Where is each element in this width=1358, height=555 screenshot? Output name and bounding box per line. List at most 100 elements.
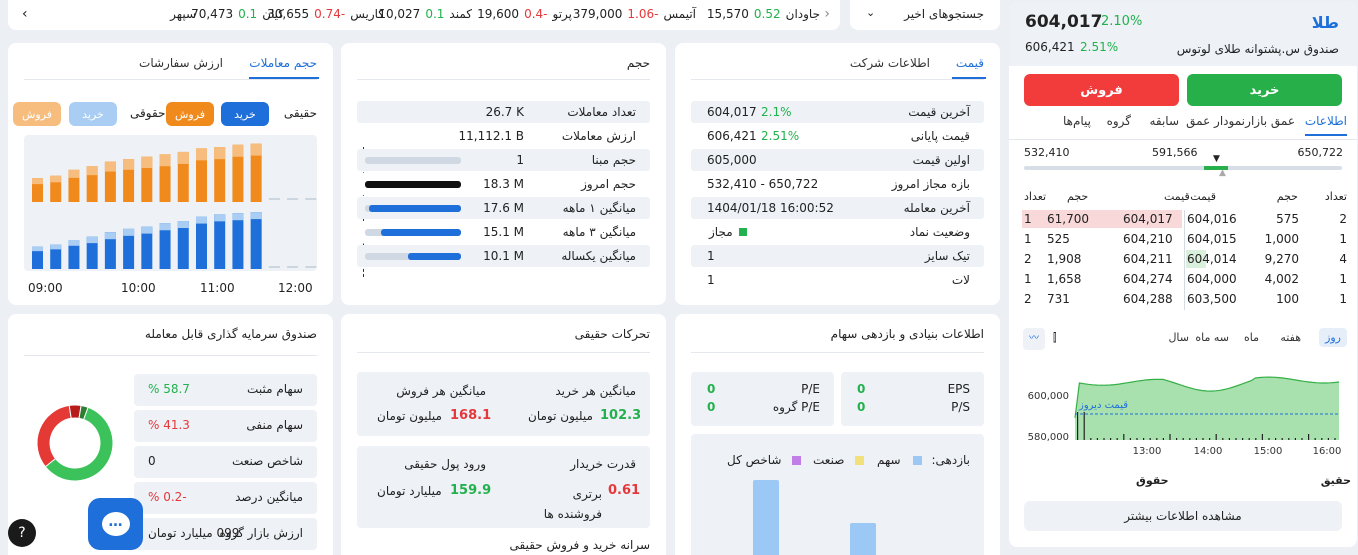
inflow-label: ورود پول حقیقی: [404, 457, 486, 471]
fundamental-card: اطلاعات بنیادی و بازدهی سهام EPS 0 P/S 0…: [675, 314, 1000, 555]
ticker-name: کمند: [449, 7, 472, 21]
intraday-volume-bar: [1123, 434, 1125, 440]
chat-bubble-icon: …: [101, 512, 130, 536]
price-row-label: آخرین قیمت: [908, 105, 970, 119]
buy-bar: [250, 212, 262, 269]
tab-company-info[interactable]: اطلاعات شرکت: [850, 56, 930, 70]
real-movements-card: تحرکات حقیقی میانگین هر خرید 102.3 میلیو…: [341, 314, 666, 555]
side-tab[interactable]: پیام‌ها: [1063, 114, 1091, 128]
donut-slice: [36, 404, 72, 468]
eps-value: 0: [857, 382, 866, 396]
volume-row-value: 1: [516, 153, 524, 167]
volume-row-value: 15.1 M: [483, 225, 524, 239]
orderbook-cell: 1: [1339, 272, 1347, 286]
legend-hoghughi-sell[interactable]: فروش: [13, 102, 61, 126]
chart-type-toggle[interactable]: 〰: [1023, 328, 1045, 350]
period-tab[interactable]: روز: [1319, 328, 1347, 347]
orderbook-cell: 61,700: [1047, 212, 1089, 226]
hq-label-2: حقیق: [1320, 474, 1351, 487]
intraday-volume-bar: [1261, 434, 1263, 440]
period-tab[interactable]: ماه: [1238, 328, 1265, 347]
ticker-change: -0.74: [314, 7, 346, 21]
intraday-x-label: 15:00: [1254, 446, 1283, 457]
intraday-volume-bar: [1143, 438, 1145, 440]
tab-price[interactable]: قیمت: [956, 56, 984, 70]
side-tab[interactable]: اطلاعات: [1305, 114, 1347, 128]
ticker-value: 10,027: [378, 7, 421, 21]
side-tab[interactable]: سابقه: [1149, 114, 1179, 128]
volume-row: ارزش معاملات 11,112.1 B: [357, 125, 650, 147]
side-tab[interactable]: گروه: [1107, 114, 1131, 128]
ticker-item[interactable]: سپهر: [170, 7, 196, 21]
price-card: قیمت اطلاعات شرکت آخرین قیمت 604,017 2.1% ق…: [675, 43, 1000, 305]
avg-buy-value: 102.3: [600, 408, 642, 423]
ticker-item[interactable]: کاریس -0.74 30,655: [267, 7, 384, 21]
tab-trade-volume[interactable]: حجم معاملات: [249, 56, 317, 70]
chat-button[interactable]: …: [88, 498, 143, 550]
help-button[interactable]: ?: [8, 519, 36, 547]
trades-card: حجم معاملات ارزش سفارشات حقیقی خرید فروش…: [8, 43, 333, 305]
ticker-item[interactable]: پرتو -0.4 19,600: [477, 7, 572, 21]
buy-bar-empty: [268, 266, 280, 268]
buy-button[interactable]: خرید: [1187, 74, 1342, 106]
price-row-value: 1404/01/18 16:00:52: [707, 201, 834, 215]
candle-icon[interactable]: ⫿: [1053, 331, 1057, 345]
ticker-item[interactable]: جاودان 0.52 15,570: [707, 7, 820, 21]
ticker-change: -1.06: [627, 7, 659, 21]
legend-hoghughi-buy[interactable]: خرید: [69, 102, 117, 126]
intraday-volume-bar: [1129, 438, 1131, 440]
sell-button[interactable]: فروش: [1024, 74, 1179, 106]
orderbook-cell: 1: [1024, 212, 1032, 226]
more-info-button[interactable]: مشاهده اطلاعات بیشتر: [1024, 501, 1342, 531]
intraday-volume-bar: [1156, 438, 1158, 440]
fund-row-label: میانگین درصد: [235, 490, 303, 504]
volume-row-value: 17.6 M: [483, 201, 524, 215]
ticker-change: 0.52: [753, 7, 781, 21]
sell-bar-empty: [287, 198, 299, 200]
ticker-item[interactable]: کمند 0.1 10,027: [378, 7, 472, 21]
orderbook-header: قیمت: [1190, 190, 1216, 203]
volume-title: حجم: [626, 56, 650, 70]
legend-industry: صنعت: [813, 453, 845, 467]
orderbook-row[interactable]: 2 575 604,016 604,017 61,700 1: [1009, 210, 1357, 228]
avg-sell-unit: میلیون تومان: [377, 409, 442, 423]
volume-row-label: میانگین ۱ ماهه: [562, 201, 636, 215]
ticker-item[interactable]: کیان 0.1 70,473: [191, 7, 284, 21]
intraday-volume-bar: [1242, 438, 1244, 440]
orderbook-row[interactable]: 1 100 603,500 604,288 731 2: [1009, 290, 1357, 308]
orderbook-cell: 1: [1024, 232, 1032, 246]
side-tab[interactable]: نمودار عمق: [1186, 114, 1245, 128]
real-footer: سرانه خرید و فروش حقیقی: [509, 538, 651, 552]
chevron-left-icon[interactable]: ‹: [22, 6, 28, 22]
orderbook-cell: 525: [1047, 232, 1070, 246]
tab-order-value[interactable]: ارزش سفارشات: [139, 56, 223, 70]
fund-row-value: 58.7 %: [148, 382, 190, 396]
sell-bar-legal: [214, 147, 226, 160]
power-unit: برتری فروشنده ها: [543, 487, 602, 521]
period-tab[interactable]: سال: [1162, 328, 1195, 347]
peg-label: P/E گروه: [772, 400, 820, 414]
price-row: اولین قیمت 605,000: [691, 149, 984, 171]
chevron-right-icon[interactable]: ›: [824, 6, 830, 22]
orderbook-cell: 2: [1024, 252, 1032, 266]
orderbook-row[interactable]: 1 1,000 604,015 604,210 525 1: [1009, 230, 1357, 248]
legend-haghighi-sell[interactable]: فروش: [166, 102, 214, 126]
last-price: 604,017: [1025, 12, 1103, 32]
legend-haghighi-buy[interactable]: خرید: [221, 102, 269, 126]
period-tab[interactable]: هفته: [1274, 328, 1307, 347]
price-row-value: 606,421: [707, 129, 757, 143]
buy-bar-legal: [104, 232, 116, 240]
side-tab[interactable]: عمق بازار: [1245, 114, 1295, 128]
sell-bar-legal: [68, 169, 80, 178]
buy-bar-legal: [68, 240, 80, 246]
fund-row: سهام منفی 41.3 %: [134, 410, 317, 442]
avg-sell-label: میانگین هر فروش: [396, 384, 486, 398]
orderbook-row[interactable]: 1 4,002 604,000 604,274 1,658 1: [1009, 270, 1357, 288]
orderbook-row[interactable]: 4 9,270 604,014 604,211 1,908 2: [1009, 250, 1357, 268]
ticker-value: 15,570: [706, 7, 749, 21]
intraday-x-label: 13:00: [1133, 446, 1162, 457]
sell-bar-legal: [177, 151, 189, 164]
recent-search-dropdown[interactable]: ⌄ جستجوهای اخیر: [850, 0, 1000, 30]
ticker-item[interactable]: آتیمس -1.06 379,000: [573, 7, 696, 21]
period-tab[interactable]: سه ماه: [1189, 328, 1235, 347]
